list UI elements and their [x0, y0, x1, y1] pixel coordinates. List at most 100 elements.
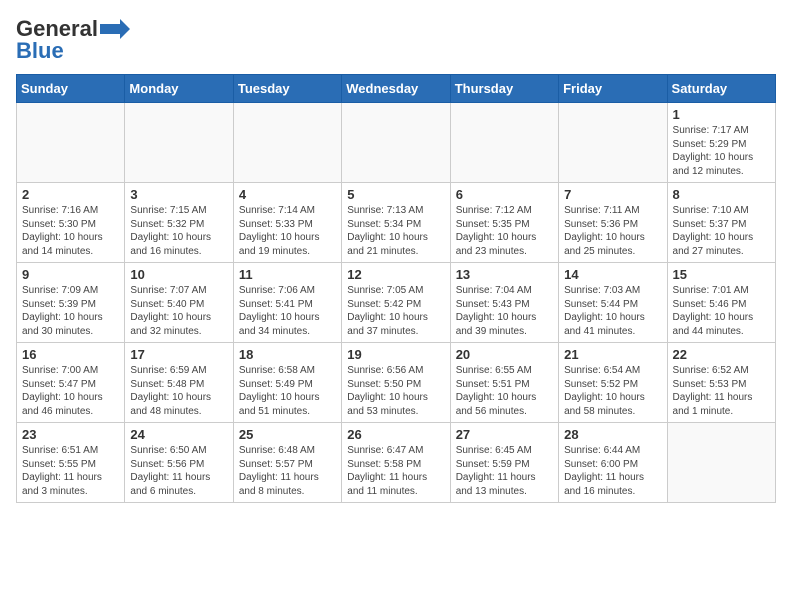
- calendar-cell: [17, 103, 125, 183]
- calendar-table: SundayMondayTuesdayWednesdayThursdayFrid…: [16, 74, 776, 503]
- day-number: 27: [456, 427, 553, 442]
- day-info: Sunrise: 6:48 AM Sunset: 5:57 PM Dayligh…: [239, 444, 336, 498]
- day-number: 2: [22, 187, 119, 202]
- day-info: Sunrise: 6:50 AM Sunset: 5:56 PM Dayligh…: [130, 444, 227, 498]
- day-info: Sunrise: 7:12 AM Sunset: 5:35 PM Dayligh…: [456, 204, 553, 258]
- calendar-cell: [233, 103, 341, 183]
- calendar-cell: 12Sunrise: 7:05 AM Sunset: 5:42 PM Dayli…: [342, 263, 450, 343]
- calendar-cell: [559, 103, 667, 183]
- day-info: Sunrise: 6:47 AM Sunset: 5:58 PM Dayligh…: [347, 444, 444, 498]
- day-info: Sunrise: 7:06 AM Sunset: 5:41 PM Dayligh…: [239, 284, 336, 338]
- calendar-cell: 2 Sunrise: 7:16 AM Sunset: 5:30 PM Daylig…: [17, 183, 125, 263]
- day-info: Sunrise: 6:58 AM Sunset: 5:49 PM Dayligh…: [239, 364, 336, 418]
- calendar-cell: [667, 423, 775, 503]
- day-number: 22: [673, 347, 770, 362]
- calendar-header-thursday: Thursday: [450, 75, 558, 103]
- day-info: Sunrise: 7:13 AM Sunset: 5:34 PM Dayligh…: [347, 204, 444, 258]
- calendar-cell: 28 Sunrise: 6:44 AM Sunset: 6:00 PM Dayli…: [559, 423, 667, 503]
- day-info: Sunrise: 6:51 AM Sunset: 5:55 PM Dayligh…: [22, 444, 119, 498]
- day-number: 21: [564, 347, 661, 362]
- calendar-header-row: SundayMondayTuesdayWednesdayThursdayFrid…: [17, 75, 776, 103]
- calendar-cell: 7Sunrise: 7:11 AM Sunset: 5:36 PM Daylig…: [559, 183, 667, 263]
- calendar-cell: 26 Sunrise: 6:47 AM Sunset: 5:58 PM Dayli…: [342, 423, 450, 503]
- calendar-cell: 9 Sunrise: 7:09 AM Sunset: 5:39 PM Daylig…: [17, 263, 125, 343]
- day-info: Sunrise: 7:03 AM Sunset: 5:44 PM Dayligh…: [564, 284, 661, 338]
- day-number: 14: [564, 267, 661, 282]
- calendar-header-sunday: Sunday: [17, 75, 125, 103]
- logo-blue: Blue: [16, 38, 64, 64]
- calendar-cell: 22 Sunrise: 6:52 AM Sunset: 5:53 PM Dayli…: [667, 343, 775, 423]
- day-info: Sunrise: 7:15 AM Sunset: 5:32 PM Dayligh…: [130, 204, 227, 258]
- logo: General Blue: [16, 16, 130, 64]
- day-number: 25: [239, 427, 336, 442]
- calendar-cell: 25 Sunrise: 6:48 AM Sunset: 5:57 PM Dayli…: [233, 423, 341, 503]
- logo-arrow-icon: [100, 19, 130, 39]
- calendar-cell: [450, 103, 558, 183]
- calendar-cell: 23 Sunrise: 6:51 AM Sunset: 5:55 PM Dayli…: [17, 423, 125, 503]
- calendar-cell: 1Sunrise: 7:17 AM Sunset: 5:29 PM Daylig…: [667, 103, 775, 183]
- day-number: 5: [347, 187, 444, 202]
- calendar-week-row-4: 23 Sunrise: 6:51 AM Sunset: 5:55 PM Dayli…: [17, 423, 776, 503]
- calendar-cell: 17Sunrise: 6:59 AM Sunset: 5:48 PM Dayli…: [125, 343, 233, 423]
- calendar-cell: 24 Sunrise: 6:50 AM Sunset: 5:56 PM Dayli…: [125, 423, 233, 503]
- calendar-week-row-3: 16 Sunrise: 7:00 AM Sunset: 5:47 PM Dayli…: [17, 343, 776, 423]
- calendar-cell: 3 Sunrise: 7:15 AM Sunset: 5:32 PM Daylig…: [125, 183, 233, 263]
- day-info: Sunrise: 6:54 AM Sunset: 5:52 PM Dayligh…: [564, 364, 661, 418]
- day-number: 6: [456, 187, 553, 202]
- day-info: Sunrise: 6:56 AM Sunset: 5:50 PM Dayligh…: [347, 364, 444, 418]
- calendar-cell: 18 Sunrise: 6:58 AM Sunset: 5:49 PM Dayli…: [233, 343, 341, 423]
- day-info: Sunrise: 7:16 AM Sunset: 5:30 PM Dayligh…: [22, 204, 119, 258]
- day-info: Sunrise: 7:04 AM Sunset: 5:43 PM Dayligh…: [456, 284, 553, 338]
- day-info: Sunrise: 6:55 AM Sunset: 5:51 PM Dayligh…: [456, 364, 553, 418]
- day-info: Sunrise: 7:10 AM Sunset: 5:37 PM Dayligh…: [673, 204, 770, 258]
- day-number: 3: [130, 187, 227, 202]
- day-number: 16: [22, 347, 119, 362]
- calendar-cell: [342, 103, 450, 183]
- calendar-header-tuesday: Tuesday: [233, 75, 341, 103]
- day-number: 26: [347, 427, 444, 442]
- calendar-week-row-1: 2 Sunrise: 7:16 AM Sunset: 5:30 PM Daylig…: [17, 183, 776, 263]
- calendar-cell: 14 Sunrise: 7:03 AM Sunset: 5:44 PM Dayli…: [559, 263, 667, 343]
- day-number: 15: [673, 267, 770, 282]
- day-info: Sunrise: 6:52 AM Sunset: 5:53 PM Dayligh…: [673, 364, 770, 418]
- calendar-cell: 11 Sunrise: 7:06 AM Sunset: 5:41 PM Dayli…: [233, 263, 341, 343]
- calendar-header-wednesday: Wednesday: [342, 75, 450, 103]
- calendar-cell: [125, 103, 233, 183]
- calendar-cell: 13 Sunrise: 7:04 AM Sunset: 5:43 PM Dayli…: [450, 263, 558, 343]
- day-info: Sunrise: 6:45 AM Sunset: 5:59 PM Dayligh…: [456, 444, 553, 498]
- calendar-cell: 16 Sunrise: 7:00 AM Sunset: 5:47 PM Dayli…: [17, 343, 125, 423]
- day-number: 4: [239, 187, 336, 202]
- calendar-cell: 15 Sunrise: 7:01 AM Sunset: 5:46 PM Dayli…: [667, 263, 775, 343]
- day-info: Sunrise: 7:07 AM Sunset: 5:40 PM Dayligh…: [130, 284, 227, 338]
- day-number: 9: [22, 267, 119, 282]
- day-info: Sunrise: 7:05 AM Sunset: 5:42 PM Dayligh…: [347, 284, 444, 338]
- day-info: Sunrise: 7:00 AM Sunset: 5:47 PM Dayligh…: [22, 364, 119, 418]
- day-info: Sunrise: 7:01 AM Sunset: 5:46 PM Dayligh…: [673, 284, 770, 338]
- day-number: 18: [239, 347, 336, 362]
- calendar-cell: 19 Sunrise: 6:56 AM Sunset: 5:50 PM Dayli…: [342, 343, 450, 423]
- calendar-cell: 27 Sunrise: 6:45 AM Sunset: 5:59 PM Dayli…: [450, 423, 558, 503]
- day-info: Sunrise: 6:59 AM Sunset: 5:48 PM Dayligh…: [130, 364, 227, 418]
- day-number: 19: [347, 347, 444, 362]
- calendar-cell: 10Sunrise: 7:07 AM Sunset: 5:40 PM Dayli…: [125, 263, 233, 343]
- day-number: 1: [673, 107, 770, 122]
- calendar-header-monday: Monday: [125, 75, 233, 103]
- calendar-week-row-2: 9 Sunrise: 7:09 AM Sunset: 5:39 PM Daylig…: [17, 263, 776, 343]
- day-number: 28: [564, 427, 661, 442]
- day-number: 13: [456, 267, 553, 282]
- calendar-cell: 6 Sunrise: 7:12 AM Sunset: 5:35 PM Daylig…: [450, 183, 558, 263]
- day-number: 20: [456, 347, 553, 362]
- calendar-cell: 4Sunrise: 7:14 AM Sunset: 5:33 PM Daylig…: [233, 183, 341, 263]
- calendar-cell: 5 Sunrise: 7:13 AM Sunset: 5:34 PM Daylig…: [342, 183, 450, 263]
- day-number: 8: [673, 187, 770, 202]
- calendar-cell: 20 Sunrise: 6:55 AM Sunset: 5:51 PM Dayli…: [450, 343, 558, 423]
- calendar-cell: 21 Sunrise: 6:54 AM Sunset: 5:52 PM Dayli…: [559, 343, 667, 423]
- day-info: Sunrise: 7:09 AM Sunset: 5:39 PM Dayligh…: [22, 284, 119, 338]
- calendar-cell: 8 Sunrise: 7:10 AM Sunset: 5:37 PM Daylig…: [667, 183, 775, 263]
- day-number: 7: [564, 187, 661, 202]
- calendar-week-row-0: 1Sunrise: 7:17 AM Sunset: 5:29 PM Daylig…: [17, 103, 776, 183]
- day-number: 23: [22, 427, 119, 442]
- day-number: 11: [239, 267, 336, 282]
- day-info: Sunrise: 6:44 AM Sunset: 6:00 PM Dayligh…: [564, 444, 661, 498]
- day-number: 24: [130, 427, 227, 442]
